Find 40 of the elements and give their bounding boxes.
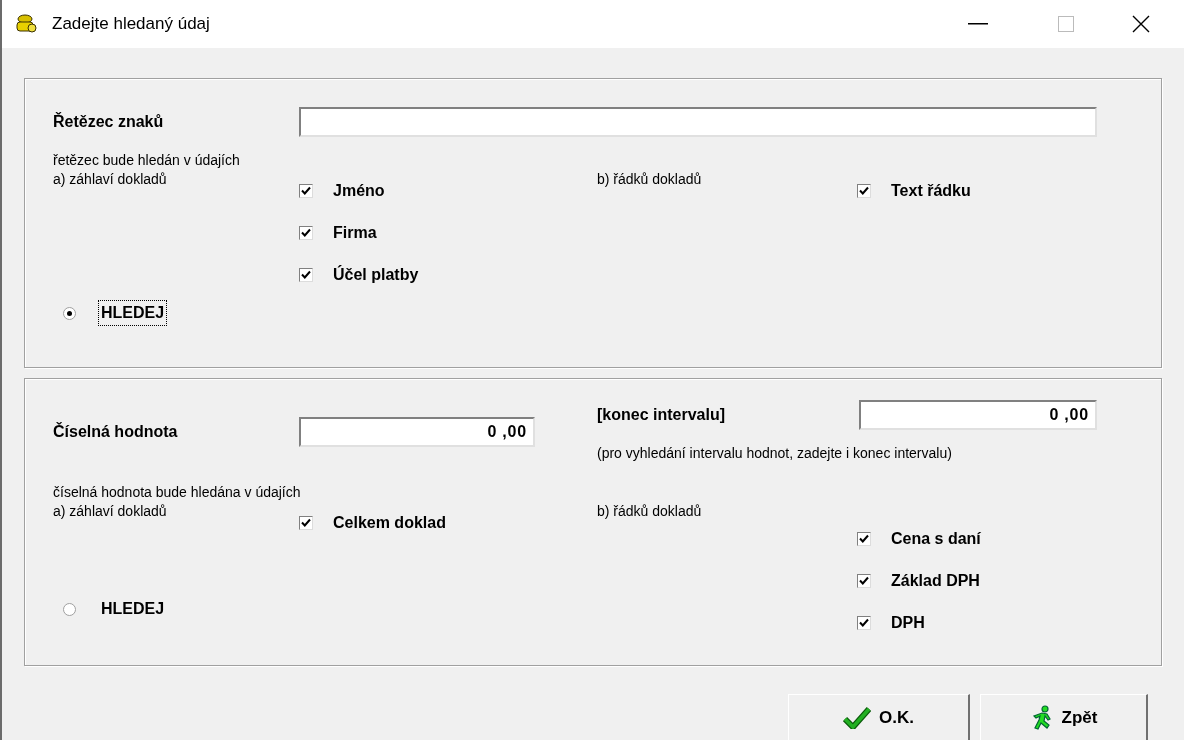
- checkbox[interactable]: [299, 516, 313, 530]
- checkbox-label: Základ DPH: [891, 571, 980, 591]
- checkbox-label: DPH: [891, 613, 925, 633]
- checkbox-label: Text řádku: [891, 181, 971, 201]
- checkbox[interactable]: [299, 226, 313, 240]
- radio-button[interactable]: [63, 306, 76, 320]
- back-button[interactable]: Zpět: [980, 694, 1148, 740]
- checkmark-icon: [843, 706, 871, 729]
- checkbox-label: Firma: [333, 223, 377, 243]
- checkbox[interactable]: [857, 616, 871, 630]
- section-label: a) záhlaví dokladů: [53, 170, 168, 189]
- field-label: Řetězec znaků: [53, 111, 165, 132]
- ok-button[interactable]: O.K.: [788, 694, 970, 740]
- field-label: Číselná hodnota: [53, 421, 179, 442]
- checkbox-label: Celkem doklad: [333, 513, 446, 533]
- close-icon[interactable]: [1132, 15, 1150, 33]
- text-input-field[interactable]: [299, 107, 1097, 137]
- radio-button[interactable]: [63, 602, 76, 616]
- checkbox[interactable]: [857, 574, 871, 588]
- checkbox-label: Účel platby: [333, 264, 419, 285]
- checkbox[interactable]: [857, 532, 871, 546]
- minimize-icon[interactable]: [968, 23, 988, 25]
- field-label: [konec intervalu]: [597, 405, 727, 425]
- hint-text: (pro vyhledání intervalu hodnot, zadejte i konec intervalu): [597, 444, 953, 463]
- radio-label: HLEDEJ: [98, 300, 168, 326]
- section-label: b) řádků dokladů: [597, 170, 703, 189]
- checkbox[interactable]: [299, 184, 313, 198]
- checkbox-label: Jméno: [333, 181, 385, 201]
- window-title: Zadejte hledaný údaj: [52, 13, 210, 36]
- checkbox[interactable]: [299, 268, 313, 282]
- checkbox[interactable]: [857, 184, 871, 198]
- section-label: a) záhlaví dokladů: [53, 502, 168, 521]
- radio-label: HLEDEJ: [100, 599, 166, 619]
- section-label: b) řádků dokladů: [597, 502, 703, 521]
- note-text: číselná hodnota bude hledána v údajích: [53, 483, 302, 502]
- number-input-field[interactable]: 0 ,00: [299, 416, 535, 447]
- checkbox-label: Cena s daní: [891, 529, 981, 549]
- interval-end-field[interactable]: 0 ,00: [859, 400, 1097, 430]
- app-icon: [14, 13, 38, 35]
- note-text: řetězec bude hledán v údajích: [53, 151, 241, 170]
